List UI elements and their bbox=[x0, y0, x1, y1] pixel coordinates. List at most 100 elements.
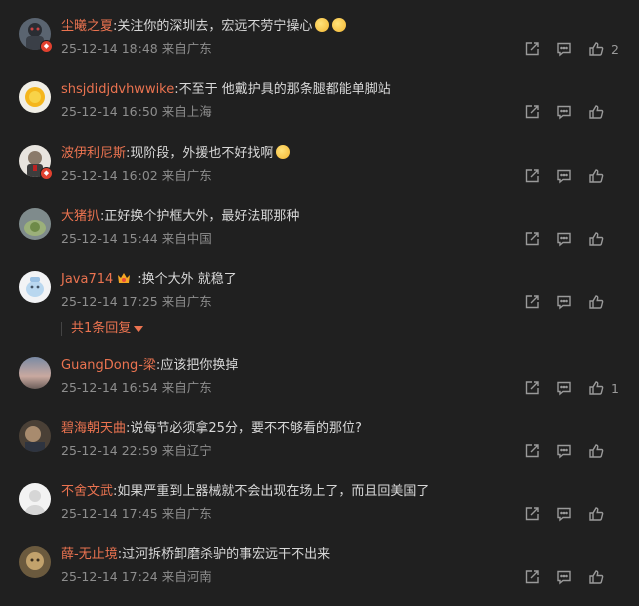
like-button[interactable] bbox=[587, 103, 605, 121]
forward-button[interactable] bbox=[523, 167, 541, 185]
comment-body: Java714 :换个大外 就稳了 bbox=[61, 271, 237, 289]
like-icon bbox=[589, 507, 604, 521]
comment-actions: 1 bbox=[509, 379, 619, 397]
chevron-down-icon bbox=[134, 326, 144, 332]
comment-body: 波伊利尼斯:现阶段，外援也不好找啊 bbox=[61, 145, 291, 163]
comment-meta: 25-12-14 18:48 来自广东 bbox=[61, 41, 212, 56]
comment-text: 应该把你换掉 bbox=[160, 358, 239, 373]
comment-button[interactable] bbox=[555, 103, 573, 121]
avatar[interactable] bbox=[19, 271, 51, 303]
like-button[interactable] bbox=[587, 167, 605, 185]
vip-icon bbox=[118, 273, 131, 283]
comment-body: 薛-无止境:过河拆桥卸磨杀驴的事宏远干不出来 bbox=[61, 547, 331, 562]
username-link[interactable]: 碧海朝天曲 bbox=[61, 421, 126, 436]
emoji-icon bbox=[332, 18, 347, 32]
like-button[interactable] bbox=[587, 568, 605, 586]
like-button[interactable] bbox=[587, 442, 605, 460]
comment-body: GuangDong-梁:应该把你换掉 bbox=[61, 358, 239, 373]
avatar[interactable] bbox=[19, 208, 51, 240]
like-icon bbox=[589, 381, 604, 395]
forward-icon bbox=[525, 295, 539, 309]
like-icon bbox=[589, 169, 604, 183]
forward-button[interactable] bbox=[523, 103, 541, 121]
like-icon bbox=[589, 105, 604, 119]
comment-item: 碧海朝天曲:说每节必须拿25分，要不不够看的那位? 25-12-14 22:59… bbox=[0, 420, 639, 480]
comment-button[interactable] bbox=[555, 442, 573, 460]
comment-icon bbox=[557, 444, 571, 459]
username-link[interactable]: 尘曦之夏 bbox=[61, 19, 113, 34]
username-link[interactable]: Java714 bbox=[61, 272, 113, 287]
comment-actions bbox=[509, 568, 619, 586]
comment-meta: 25-12-14 16:02 来自广东 bbox=[61, 168, 212, 183]
comment-button[interactable] bbox=[555, 230, 573, 248]
like-icon bbox=[589, 295, 604, 309]
comment-actions bbox=[509, 103, 619, 121]
comment-text: 过河拆桥卸磨杀驴的事宏远干不出来 bbox=[122, 547, 331, 562]
forward-icon bbox=[525, 444, 539, 458]
comment-button[interactable] bbox=[555, 568, 573, 586]
like-icon bbox=[589, 232, 604, 246]
avatar[interactable] bbox=[19, 483, 51, 515]
comment-button[interactable] bbox=[555, 379, 573, 397]
forward-button[interactable] bbox=[523, 442, 541, 460]
comment-item: 大猪扒:正好换个护框大外，最好法耶那种 25-12-14 15:44 来自中国 bbox=[0, 208, 639, 268]
comment-text: 正好换个护框大外，最好法耶那种 bbox=[104, 209, 300, 224]
like-button[interactable] bbox=[587, 230, 605, 248]
avatar[interactable] bbox=[19, 81, 51, 113]
avatar[interactable] bbox=[19, 420, 51, 452]
like-button[interactable] bbox=[587, 379, 605, 397]
forward-icon bbox=[525, 105, 539, 119]
comment-item: GuangDong-梁:应该把你换掉 25-12-14 16:54 来自广东 1 bbox=[0, 357, 639, 417]
comment-icon bbox=[557, 232, 571, 247]
username-link[interactable]: 薛-无止境 bbox=[61, 547, 118, 562]
avatar[interactable] bbox=[19, 546, 51, 578]
comment-item: 不舍文武:如果严重到上器械就不会出现在场上了，而且回美国了 25-12-14 1… bbox=[0, 483, 639, 543]
like-count: 1 bbox=[611, 380, 619, 396]
username-link[interactable]: GuangDong-梁 bbox=[61, 358, 156, 373]
comment-text: 如果严重到上器械就不会出现在场上了，而且回美国了 bbox=[117, 484, 430, 499]
comment-item: ◆ 尘曦之夏:关注你的深圳去，宏远不劳宁操心 25-12-14 18:48 来自… bbox=[0, 18, 639, 78]
username-link[interactable]: 波伊利尼斯 bbox=[61, 146, 126, 161]
username-link[interactable]: 不舍文武 bbox=[61, 484, 113, 499]
comment-icon bbox=[557, 295, 571, 310]
forward-button[interactable] bbox=[523, 505, 541, 523]
comment-meta: 25-12-14 17:25 来自广东 bbox=[61, 294, 212, 309]
comment-text: :换个大外 就稳了 bbox=[137, 272, 237, 287]
username-link[interactable]: 大猪扒 bbox=[61, 209, 100, 224]
comment-actions bbox=[509, 230, 619, 248]
forward-button[interactable] bbox=[523, 568, 541, 586]
comment-actions: 2 bbox=[509, 40, 619, 58]
comment-icon bbox=[557, 169, 571, 184]
comment-text: 说每节必须拿25分，要不不够看的那位? bbox=[130, 421, 362, 436]
comment-button[interactable] bbox=[555, 505, 573, 523]
like-button[interactable] bbox=[587, 293, 605, 311]
like-icon bbox=[589, 42, 604, 56]
like-count: 2 bbox=[611, 41, 619, 57]
like-icon bbox=[589, 570, 604, 584]
comment-body: 不舍文武:如果严重到上器械就不会出现在场上了，而且回美国了 bbox=[61, 484, 430, 499]
comment-actions bbox=[509, 293, 619, 311]
comment-body: 碧海朝天曲:说每节必须拿25分，要不不够看的那位? bbox=[61, 421, 362, 436]
forward-button[interactable] bbox=[523, 293, 541, 311]
forward-icon bbox=[525, 507, 539, 521]
comment-button[interactable] bbox=[555, 293, 573, 311]
comment-button[interactable] bbox=[555, 40, 573, 58]
comment-meta: 25-12-14 16:50 来自上海 bbox=[61, 104, 212, 119]
username-link[interactable]: shsjdidjdvhwwike bbox=[61, 82, 174, 97]
like-button[interactable] bbox=[587, 40, 605, 58]
forward-button[interactable] bbox=[523, 40, 541, 58]
avatar[interactable] bbox=[19, 357, 51, 389]
show-replies-button[interactable]: 共1条回复 bbox=[71, 320, 144, 338]
comment-button[interactable] bbox=[555, 167, 573, 185]
comment-actions bbox=[509, 167, 619, 185]
comment-body: shsjdidjdvhwwike:不至于 他戴护具的那条腿都能单脚站 bbox=[61, 82, 391, 97]
verified-badge-icon: ◆ bbox=[40, 40, 53, 53]
forward-button[interactable] bbox=[523, 379, 541, 397]
forward-button[interactable] bbox=[523, 230, 541, 248]
like-button[interactable] bbox=[587, 505, 605, 523]
comment-meta: 25-12-14 15:44 来自中国 bbox=[61, 231, 212, 246]
comment-text: 现阶段，外援也不好找啊 bbox=[130, 146, 274, 161]
comment-icon bbox=[557, 570, 571, 585]
forward-icon bbox=[525, 169, 539, 183]
verified-badge-icon: ◆ bbox=[40, 167, 53, 180]
